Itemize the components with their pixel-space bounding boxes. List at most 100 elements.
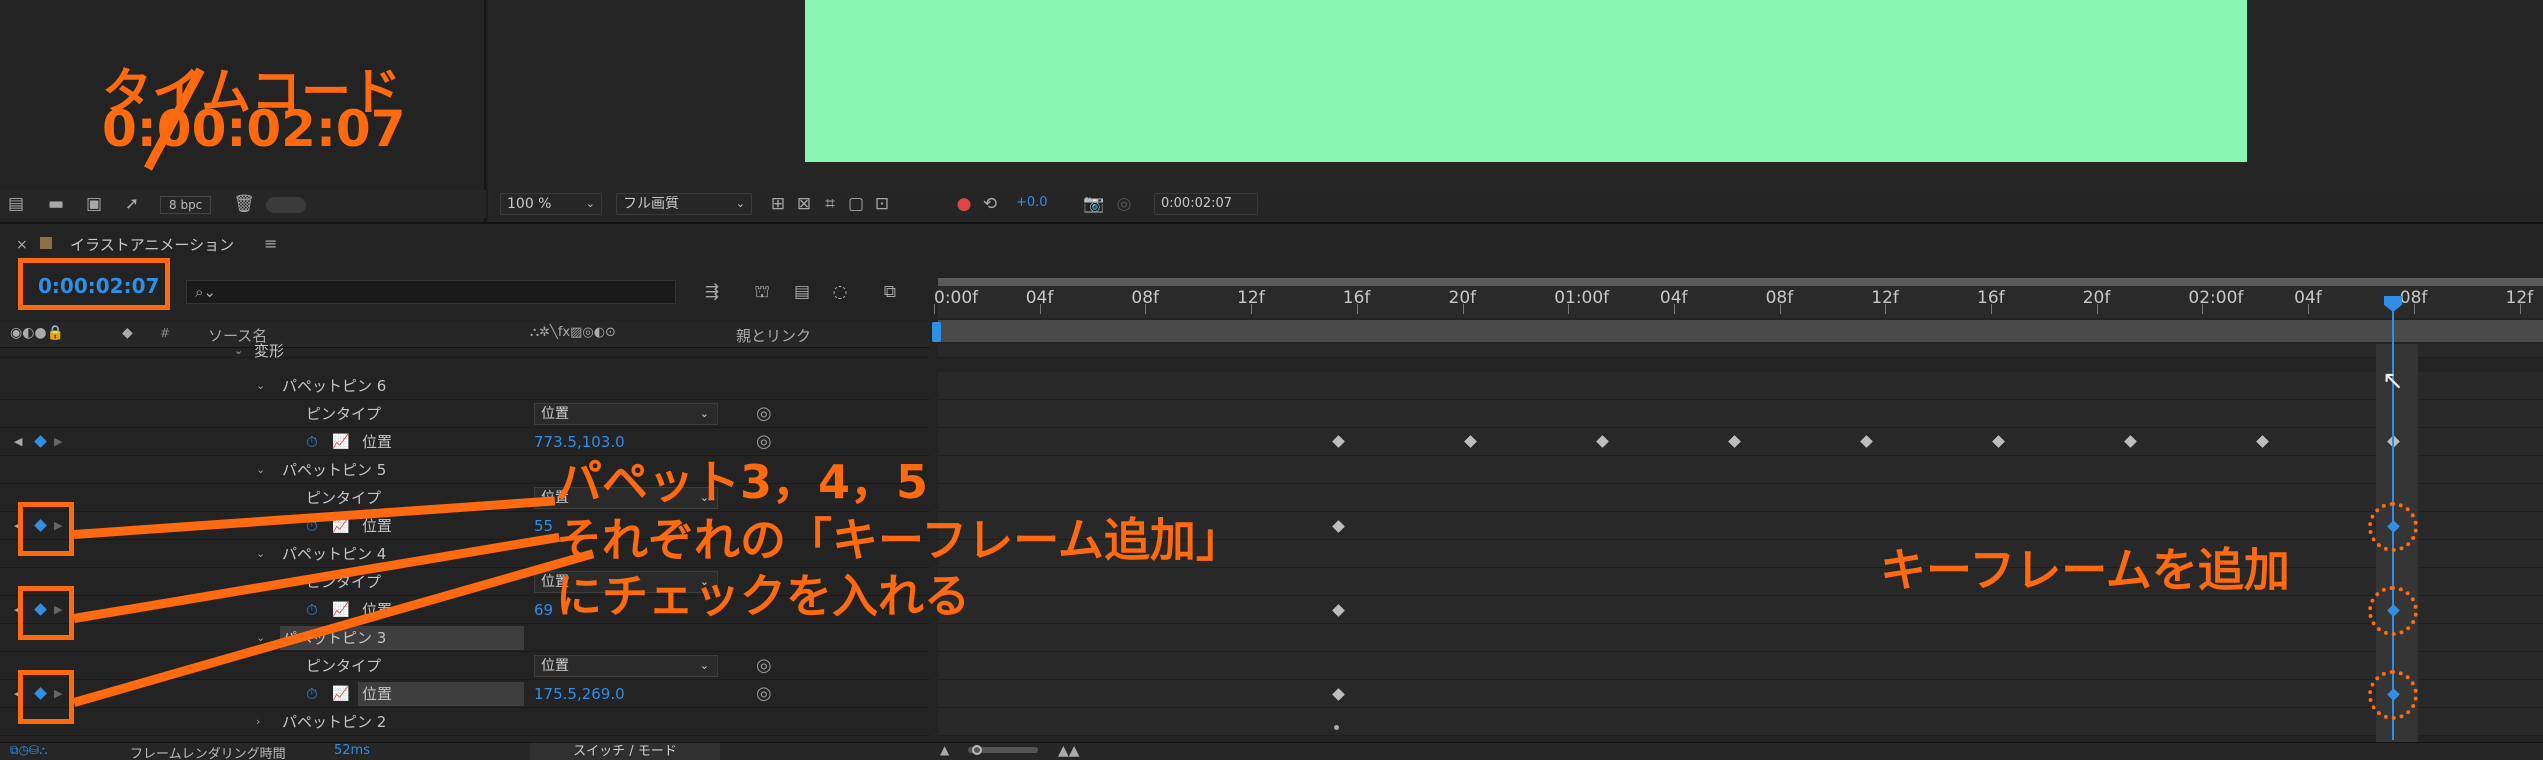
graph-icon[interactable]: 📈: [332, 680, 349, 708]
ruler-tick: [1885, 304, 1887, 314]
stopwatch-icon[interactable]: ⏱: [306, 428, 318, 456]
zoom-select[interactable]: 100 % ⌄: [500, 193, 602, 215]
ruler-tick: [1568, 304, 1570, 314]
trash-icon[interactable]: 🗑: [232, 193, 256, 215]
ruler-label: 02:00f: [2188, 288, 2244, 308]
track-row: [938, 344, 2543, 358]
new-folder-icon[interactable]: ▤: [4, 193, 28, 215]
stopwatch-icon[interactable]: ⏱: [306, 680, 318, 708]
pin-type-label: ピンタイプ: [306, 657, 382, 675]
shy-layers-icon[interactable]: ▤: [790, 281, 814, 303]
ruler-tick: [1673, 304, 1675, 314]
pin-type-label: ピンタイプ: [306, 405, 382, 423]
ruler-tick: [1779, 304, 1781, 314]
annotation-line1: パペット3，4，5: [556, 455, 929, 509]
annotation-box-keyframe-5: [18, 502, 74, 556]
grid-icon[interactable]: ⊡: [870, 193, 894, 215]
motion-blur-icon[interactable]: ◌: [828, 281, 852, 303]
render-queue-icon[interactable]: ➚: [120, 193, 144, 215]
bpc-button[interactable]: 8 bpc: [160, 196, 212, 214]
close-tab-icon[interactable]: ×: [16, 237, 28, 253]
footer-toggle-icons[interactable]: ⧉◷⛁⛬: [10, 743, 47, 758]
puppet-pin-5-label: パペットピン 5: [282, 461, 387, 479]
puppet-pin-2-row[interactable]: › パペットピン 2: [0, 708, 930, 736]
guides-icon[interactable]: ▢: [844, 193, 868, 215]
position-label: 位置: [362, 685, 393, 703]
color-channel-icon[interactable]: ●: [952, 193, 976, 215]
chevron-down-icon[interactable]: ⌄: [256, 456, 265, 484]
work-area-start-handle[interactable]: [932, 322, 941, 342]
chevron-down-icon: ⌄: [735, 197, 745, 210]
zoom-slider-handle[interactable]: [972, 745, 982, 755]
graph-editor-icon[interactable]: ⧉: [878, 281, 902, 303]
add-keyframe-icon[interactable]: [34, 435, 47, 448]
transform-label: 変形: [254, 342, 285, 360]
ruler-label: 0:00f: [934, 288, 979, 308]
pickwhip-icon[interactable]: ◎: [756, 680, 772, 708]
annotation-circle-keyframe: [2368, 586, 2418, 636]
chevron-down-icon[interactable]: ⌄: [234, 337, 243, 365]
viewer-toolbar: 100 % ⌄ フル画質 ⌄ ⊞ ⊠ ⌗ ▢ ⊡ ● ⟲ +0.0 📷 ◎ 0:00…: [492, 190, 2543, 220]
track-row: [938, 624, 2543, 652]
comp-tab-title[interactable]: イラストアニメーション: [70, 234, 234, 255]
annotation-right-label: キーフレームを追加: [1880, 543, 2290, 597]
prev-keyframe-icon[interactable]: ◀: [14, 428, 22, 456]
switch-mode-toggle[interactable]: スイッチ / モード: [530, 743, 720, 760]
puppet-pin-2-label: パペットピン 2: [282, 713, 387, 731]
track-row: [938, 708, 2543, 736]
position-value[interactable]: 175.5,269.0: [534, 680, 625, 708]
track-row: [938, 456, 2543, 484]
new-comp-icon[interactable]: ▣: [82, 193, 106, 215]
track-row: [938, 372, 2543, 400]
camera-icon[interactable]: 📷: [1082, 193, 1106, 215]
next-keyframe-icon[interactable]: ▶: [54, 428, 62, 456]
pin-type-select[interactable]: 位置 ⌄: [534, 655, 718, 677]
layer-search-input[interactable]: ⌕⌄: [186, 280, 676, 304]
exposure-value[interactable]: +0.0: [1016, 195, 1048, 210]
render-time-value: 52ms: [334, 743, 370, 758]
show-snapshot-icon[interactable]: ◎: [1112, 193, 1136, 215]
folder-icon[interactable]: ▬: [44, 193, 68, 215]
ruler-label: 01:00f: [1554, 288, 1610, 308]
chevron-down-icon[interactable]: ⌄: [256, 540, 265, 568]
ruler-tick: [1145, 304, 1147, 314]
parent-link-header[interactable]: 親とリンク: [736, 325, 811, 346]
zoom-out-icon[interactable]: ▲: [940, 743, 949, 757]
annotation-box-keyframe-3: [18, 670, 74, 724]
graph-icon[interactable]: 📈: [332, 428, 349, 456]
draft-3d-icon[interactable]: ⛫: [750, 281, 774, 303]
pickwhip-icon[interactable]: ◎: [756, 652, 772, 680]
pin-type-row-6: ピンタイプ 位置 ⌄ ◎: [0, 400, 930, 428]
toggle-switch[interactable]: [266, 197, 306, 213]
region-icon[interactable]: ⊞: [766, 193, 790, 215]
label-icon: ◆: [122, 325, 133, 341]
exposure-reset-icon[interactable]: ⟲: [978, 193, 1002, 215]
stopwatch-icon[interactable]: ⏱: [306, 596, 318, 624]
pin-type-select[interactable]: 位置 ⌄: [534, 403, 718, 425]
ruler-tick: [1039, 304, 1041, 314]
ruler-tick: [2519, 304, 2521, 314]
quality-select[interactable]: フル画質 ⌄: [616, 193, 752, 215]
position-value[interactable]: 69: [534, 596, 553, 624]
pickwhip-icon[interactable]: ◎: [756, 400, 772, 428]
puppet-pin-3-row[interactable]: ⌄ パペットピン 3: [0, 624, 930, 652]
project-footer: ▤ ▬ ▣ ➚ 8 bpc 🗑: [0, 190, 486, 218]
track-row: [938, 680, 2543, 708]
chevron-right-icon[interactable]: ›: [256, 708, 260, 736]
panel-menu-icon[interactable]: ≡: [264, 234, 277, 253]
zoom-in-icon[interactable]: ▲▲: [1058, 743, 1080, 759]
track-row: [938, 652, 2543, 680]
ruler-tick: [934, 304, 935, 314]
work-area-bar[interactable]: [938, 320, 2543, 342]
time-navigator-bar[interactable]: [938, 278, 2543, 286]
viewer-timecode[interactable]: 0:00:02:07: [1154, 193, 1258, 215]
switches-icon: ⛬✲╲fx▨◎◐⊙: [530, 325, 616, 340]
mask-path-icon[interactable]: ⌗: [818, 193, 842, 215]
composition-mini-flowchart-icon[interactable]: ⇶: [700, 281, 724, 303]
puppet-pin-6-row[interactable]: ⌄ パペットピン 6: [0, 372, 930, 400]
chevron-down-icon[interactable]: ⌄: [256, 372, 265, 400]
transparency-grid-icon[interactable]: ⊠: [792, 193, 816, 215]
position-label: 位置: [362, 433, 393, 451]
pin-type-label: ピンタイプ: [306, 489, 382, 507]
track-row: [938, 568, 2543, 596]
